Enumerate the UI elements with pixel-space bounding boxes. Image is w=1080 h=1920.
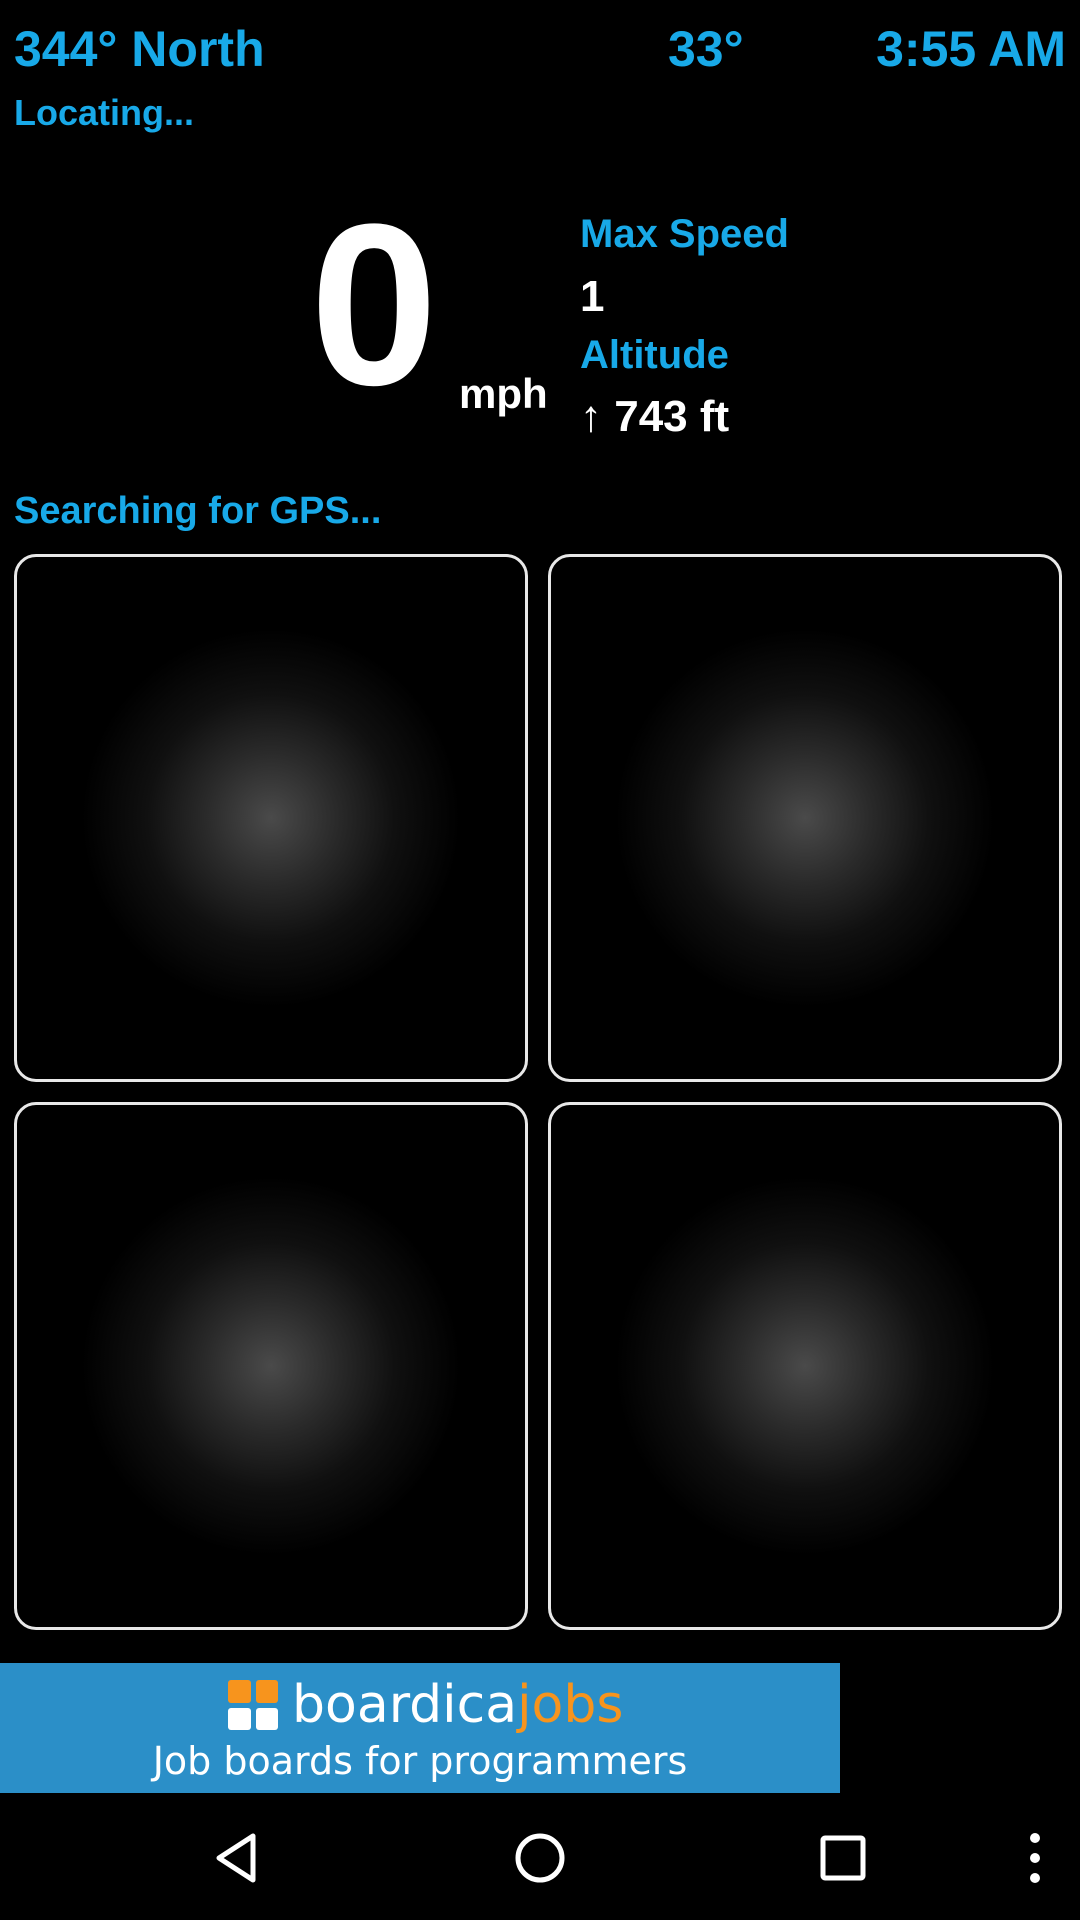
satellite-tile	[548, 1102, 1062, 1630]
max-speed-label: Max Speed	[580, 212, 789, 256]
ad-tagline: Job boards for programmers	[152, 1739, 688, 1783]
time-readout: 3:55 AM	[876, 21, 1066, 77]
satellite-tile	[14, 554, 528, 1082]
speed-unit: mph	[459, 370, 548, 417]
home-icon[interactable]	[505, 1823, 575, 1893]
ad-banner[interactable]: boardica jobs Job boards for programmers	[0, 1663, 840, 1793]
altitude-value: ↑ 743 ft	[580, 392, 730, 441]
gps-status: Searching for GPS...	[14, 490, 382, 532]
navigation-bar	[0, 1793, 1080, 1920]
heading-readout: 344° North	[14, 21, 265, 77]
ad-logo: boardica jobs	[228, 1675, 623, 1735]
altitude-label: Altitude	[580, 333, 729, 377]
grid-logo-icon	[228, 1680, 278, 1730]
temperature-readout: 33°	[668, 21, 744, 77]
speed-value: 0	[310, 176, 438, 433]
ad-brand: boardica	[292, 1675, 518, 1735]
satellite-tile	[14, 1102, 528, 1630]
recents-icon[interactable]	[808, 1823, 878, 1893]
satellite-tile	[548, 554, 1062, 1082]
location-status: Locating...	[14, 92, 194, 133]
ad-brand-accent: jobs	[517, 1675, 624, 1735]
max-speed-value: 1	[580, 272, 605, 321]
back-icon[interactable]	[202, 1823, 272, 1893]
overflow-menu-icon[interactable]	[1000, 1823, 1070, 1893]
